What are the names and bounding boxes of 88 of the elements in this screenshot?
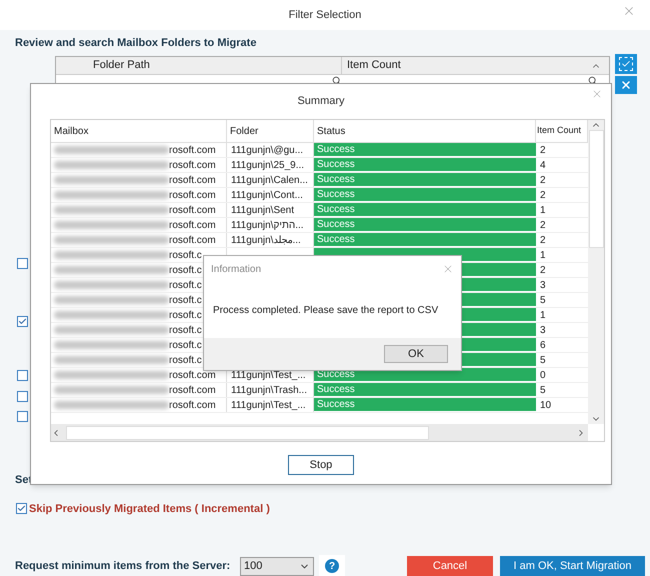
select-all-button[interactable] <box>615 54 637 74</box>
table-cell-text: 111gunjn\Calen... <box>231 174 308 187</box>
table-cell-text: rosoft.c <box>169 354 202 367</box>
table-cell-text: 1 <box>540 308 546 322</box>
info-message: Process completed. Please save the report to CSV <box>213 304 438 318</box>
table-cell-text: 3 <box>540 278 546 292</box>
table-cell-text: rosoft.com <box>169 188 216 202</box>
close-icon[interactable] <box>442 263 454 275</box>
table-cell-text: 111gunjn\התיק... <box>231 218 304 232</box>
table-cell-text: 2 <box>540 264 546 278</box>
check-icon <box>619 57 633 71</box>
table-cell-text: 1 <box>540 248 546 262</box>
table-cell-text: 111gunjn\Trash... <box>231 384 307 397</box>
deselect-all-button[interactable] <box>615 76 637 94</box>
status-cell: Success <box>314 203 536 217</box>
status-cell: Success <box>314 383 536 397</box>
status-cell: Success <box>314 233 536 247</box>
table-cell-text: 2 <box>540 188 546 202</box>
table-cell-text: 111gunjn\Test_... <box>231 368 306 382</box>
checkbox[interactable] <box>17 316 28 327</box>
table-cell-text: rosoft.com <box>169 158 216 172</box>
table-cell-text: rosoft.com <box>169 368 216 382</box>
table-cell-text: 111gunjn\Test_... <box>231 398 306 412</box>
table-cell-text: 111gunjn\Cont... <box>231 188 303 202</box>
table-cell-text: 111gunjn\25_9... <box>231 158 304 172</box>
min-items-select[interactable]: 100 <box>240 556 314 576</box>
status-cell: Success <box>314 188 536 202</box>
table-cell-text: rosoft.com <box>169 398 216 412</box>
help-icon[interactable]: ? <box>325 559 339 573</box>
table-cell-text: rosoft.c <box>169 324 202 337</box>
table-cell-text: 2 <box>540 218 546 232</box>
search-icon[interactable] <box>332 76 341 84</box>
table-cell-text: 5 <box>540 294 546 308</box>
table-cell-text: rosoft.c <box>169 338 202 352</box>
min-items-label: Request minimum items from the Server: <box>15 558 232 574</box>
start-migration-button[interactable]: I am OK, Start Migration <box>500 556 645 576</box>
table-cell-text: rosoft.c <box>169 308 202 322</box>
window-title: Filter Selection <box>288 8 362 23</box>
table-cell-text: 3 <box>540 324 546 338</box>
section-heading: Review and search Mailbox Folders to Migrate <box>15 37 256 49</box>
table-cell-text: 6 <box>540 338 546 352</box>
table-cell-text: 111gunjn\مجلد... <box>231 234 301 247</box>
table-cell-text: rosoft.c <box>169 264 202 277</box>
horizontal-scrollbar[interactable] <box>51 424 588 441</box>
table-cell-text: 2 <box>540 234 546 248</box>
status-cell: Success <box>314 143 536 157</box>
table-cell-text: rosoft.c <box>169 294 202 307</box>
table-cell-text: rosoft.com <box>169 384 216 397</box>
table-cell-text: rosoft.c <box>169 278 202 292</box>
column-header[interactable]: Item Count <box>341 57 591 74</box>
table-cell-text: 111gunjn\@gu... <box>231 144 304 157</box>
close-icon <box>620 79 632 91</box>
column-header[interactable]: Mailbox <box>51 120 227 142</box>
table-cell-text: rosoft.com <box>169 144 216 157</box>
incremental-option-label[interactable]: Skip Previously Migrated Items ( Incremental ) <box>29 500 270 517</box>
table-cell-text: 0 <box>540 368 546 382</box>
status-cell: Success <box>314 218 536 232</box>
table-cell-text: rosoft.c <box>169 248 202 262</box>
table-cell-text: 1 <box>540 204 546 218</box>
column-header[interactable]: Folder <box>227 120 314 142</box>
dialog-title: Summary <box>297 94 345 110</box>
table-cell-text: 10 <box>540 398 552 412</box>
checkbox[interactable] <box>16 503 27 514</box>
table-cell-text: 111gunjn\Sent <box>231 204 294 217</box>
table-cell-text: 5 <box>540 384 546 398</box>
table-cell-text: rosoft.com <box>169 234 216 247</box>
checkbox[interactable] <box>17 391 28 402</box>
table-cell-text: 4 <box>540 158 546 172</box>
checkbox[interactable] <box>17 370 28 381</box>
status-cell: Success <box>314 173 536 187</box>
table-cell-text: rosoft.com <box>169 174 216 187</box>
dialog-title: Information <box>211 262 262 276</box>
cancel-button[interactable]: Cancel <box>407 556 493 576</box>
table-cell-text: 5 <box>540 354 546 368</box>
table-cell-text: rosoft.com <box>169 218 216 232</box>
column-header[interactable]: Folder Path <box>56 57 341 74</box>
table-cell-text: rosoft.com <box>169 204 216 217</box>
table-cell-text: 2 <box>540 174 546 188</box>
column-header[interactable]: Status <box>314 120 536 142</box>
checkbox[interactable] <box>17 411 28 422</box>
status-cell: Success <box>314 158 536 172</box>
search-icon[interactable] <box>588 76 597 84</box>
status-cell: Success <box>314 398 536 412</box>
table-cell-text: 2 <box>540 144 546 158</box>
ok-button[interactable]: OK <box>384 345 448 363</box>
vertical-scrollbar[interactable] <box>588 120 604 424</box>
stop-button[interactable]: Stop <box>288 455 354 475</box>
checkbox[interactable] <box>17 258 28 269</box>
